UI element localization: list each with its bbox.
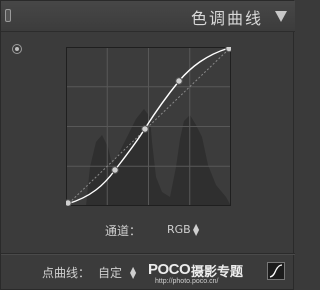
curve-edit-glyph (269, 264, 283, 278)
triangle-down-icon[interactable] (275, 11, 287, 22)
point-curve-value[interactable]: 自定 (98, 264, 122, 281)
target-adjust-icon[interactable] (12, 44, 22, 54)
point-curve-row: 点曲线： 自定 ▲ ▼ POCO 摄影专题 http://photo.poco.c… (1, 257, 295, 287)
curve-point[interactable] (175, 77, 183, 85)
divider-highlight (1, 254, 295, 255)
curve-edit-icon[interactable] (267, 262, 285, 280)
watermark-logo: POCO (148, 261, 191, 278)
tone-curve-graph[interactable] (66, 47, 231, 206)
panel-title: 色调曲线 (190, 9, 263, 28)
point-curve-label: 点曲线： (42, 266, 91, 280)
curve-canvas[interactable] (66, 47, 231, 206)
panel-header[interactable]: 色调曲线 (1, 1, 295, 32)
channel-selector[interactable]: 通道： RGB ▲ ▼ (1, 221, 295, 241)
curve-point[interactable] (66, 199, 72, 206)
channel-value[interactable]: RGB (167, 223, 191, 236)
channel-label: 通道： (105, 224, 142, 238)
watermark-url: http://photo.poco.cn/ (155, 278, 219, 285)
curve-point[interactable] (111, 166, 119, 174)
updown-arrow-icon[interactable]: ▲ ▼ (193, 223, 199, 237)
panel-switch-icon[interactable] (5, 9, 11, 22)
watermark: POCO 摄影专题 http://photo.poco.cn/ (148, 260, 258, 286)
tone-curve-panel: 色调曲线 通道： RGB ▲ ▼ 点曲线： 自定 ▲ ▼ POCO 摄影专题 h… (0, 0, 295, 290)
updown-arrow-icon[interactable]: ▲ ▼ (130, 266, 136, 280)
curve-point[interactable] (141, 125, 149, 133)
curve-point[interactable] (225, 47, 231, 53)
